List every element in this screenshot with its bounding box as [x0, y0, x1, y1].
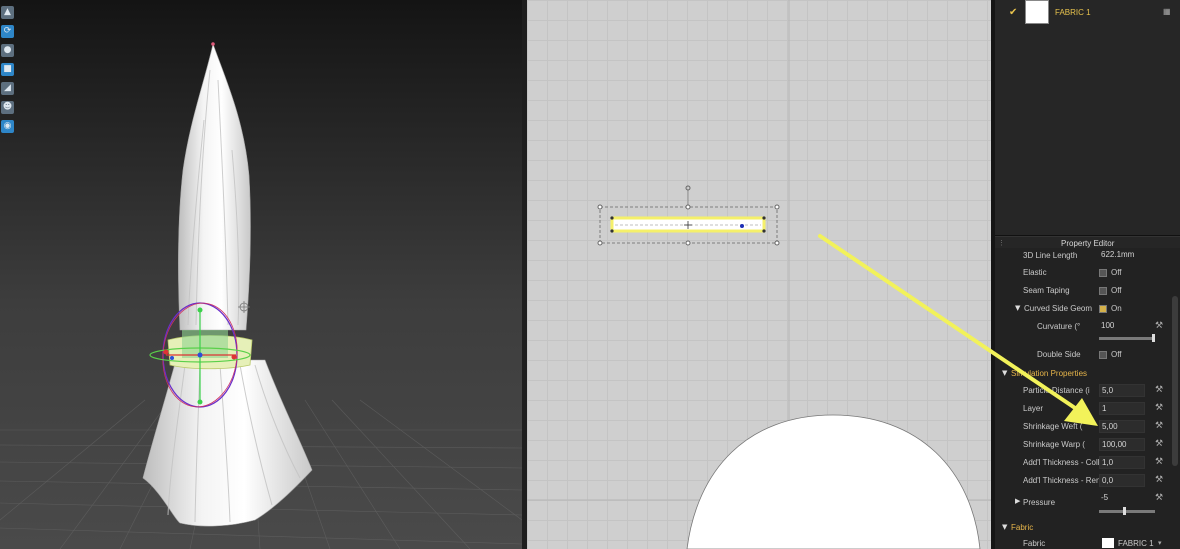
thickness-render-label: Add'l Thickness - Ren: [1023, 476, 1101, 485]
curved-side-label: Curved Side Geom: [1024, 304, 1093, 313]
wrench-icon[interactable]: ⚒: [1155, 457, 1163, 467]
check-icon[interactable]: ✔: [1009, 7, 1017, 18]
line-length-label: 3D Line Length: [1023, 251, 1078, 260]
elastic-state: Off: [1111, 268, 1122, 277]
pressure-row: ▶ Pressure -5 ⚒: [995, 491, 1167, 517]
thickness-render-row: Add'l Thickness - Ren 0,0 ⚒: [995, 473, 1167, 490]
line-length-value: 622.1mm: [1101, 250, 1135, 259]
thickness-collision-input[interactable]: 1,0: [1099, 456, 1145, 469]
particle-distance-input[interactable]: 5,0: [1099, 384, 1145, 397]
particle-distance-label: Particle Distance (i: [1023, 386, 1090, 395]
simulation-properties-section[interactable]: ▼ Simulation Properties: [995, 366, 1180, 380]
collapse-triangle-icon[interactable]: ▼: [1002, 369, 1007, 377]
elastic-checkbox[interactable]: [1099, 269, 1107, 277]
property-editor-body: 3D Line Length 622.1mm Elastic Off Seam …: [995, 248, 1180, 549]
shrinkage-weft-input[interactable]: 5,00: [1099, 420, 1145, 433]
wrench-icon[interactable]: ⚒: [1155, 493, 1163, 503]
shrinkage-weft-row: Shrinkage Weft ( 5,00 ⚒: [995, 419, 1167, 436]
collapse-triangle-icon[interactable]: ▼: [1002, 523, 1007, 531]
fabric-label: Fabric: [1023, 539, 1046, 548]
drag-handle-icon[interactable]: ⋮: [998, 239, 1005, 247]
collapse-triangle-icon[interactable]: ▼: [1015, 304, 1020, 312]
shrinkage-weft-label: Shrinkage Weft (: [1023, 422, 1083, 431]
avatar-silhouette: [686, 414, 981, 549]
thickness-collision-row: Add'l Thickness - Coll 1,0 ⚒: [995, 455, 1167, 472]
fabric-name: FABRIC 1: [1055, 8, 1091, 17]
simulation-properties-title: Simulation Properties: [1011, 369, 1088, 378]
curvature-slider-knob[interactable]: [1152, 334, 1155, 342]
layer-row: Layer 1 ⚒: [995, 401, 1167, 418]
thickness-render-input[interactable]: 0,0: [1099, 474, 1145, 487]
curved-side-state: On: [1111, 304, 1122, 313]
chevron-down-icon[interactable]: ▾: [1158, 539, 1162, 547]
layer-label: Layer: [1023, 404, 1044, 413]
object-browser: ✔ FABRIC 1 ▦: [995, 0, 1180, 236]
particle-distance-row: Particle Distance (i 5,0 ⚒: [995, 383, 1167, 400]
pressure-slider[interactable]: [1099, 507, 1155, 515]
wrench-icon[interactable]: ⚒: [1155, 475, 1163, 485]
curved-side-checkbox[interactable]: [1099, 305, 1107, 313]
fabric-menu-icon[interactable]: ▦: [1163, 7, 1171, 16]
shrinkage-warp-input[interactable]: 100,00: [1099, 438, 1145, 451]
elastic-label: Elastic: [1023, 268, 1047, 277]
fabric-color-swatch: [1102, 538, 1114, 548]
elastic-row: Elastic Off: [995, 265, 1167, 282]
shrinkage-warp-label: Shrinkage Warp (: [1023, 440, 1085, 449]
pressure-label: Pressure: [1023, 498, 1056, 507]
pressure-value[interactable]: -5: [1099, 492, 1145, 505]
fabric-row: Fabric FABRIC 1 ▾: [995, 536, 1167, 549]
double-side-checkbox[interactable]: [1099, 351, 1107, 359]
shrinkage-warp-row: Shrinkage Warp ( 100,00 ⚒: [995, 437, 1167, 454]
selected-pattern-strip[interactable]: [597, 185, 780, 246]
property-editor-header: ⋮ Property Editor: [995, 236, 1180, 248]
draped-fabric-model[interactable]: [0, 0, 522, 549]
wrench-icon[interactable]: ⚒: [1155, 421, 1163, 431]
curved-side-row: ▼ Curved Side Geom On: [995, 301, 1167, 318]
wrench-icon[interactable]: ⚒: [1155, 385, 1163, 395]
fabric-section[interactable]: ▼ Fabric: [995, 520, 1180, 534]
wrench-icon[interactable]: ⚒: [1155, 403, 1163, 413]
pattern-canvas[interactable]: [527, 0, 991, 549]
fabric-select-value[interactable]: FABRIC 1: [1118, 539, 1154, 548]
expand-triangle-icon[interactable]: ▶: [1015, 497, 1020, 505]
double-side-row: Double Side Off: [995, 347, 1167, 364]
fabric-section-title: Fabric: [1011, 523, 1034, 532]
wrench-icon[interactable]: ⚒: [1155, 321, 1163, 331]
fabric-swatch: [1025, 0, 1049, 24]
property-scrollbar[interactable]: [1172, 296, 1178, 466]
property-editor-title: Property Editor: [1061, 239, 1115, 248]
fabric-list-item[interactable]: ✔ FABRIC 1 ▦: [995, 0, 1180, 24]
layer-input[interactable]: 1: [1099, 402, 1145, 415]
3d-viewport[interactable]: ▲ ⟳ ● ■ ◢ ☻ ◉: [0, 0, 522, 549]
curvature-row: Curvature (° 100 ⚒: [995, 319, 1167, 336]
double-side-state: Off: [1111, 350, 1122, 359]
wrench-icon[interactable]: ⚒: [1155, 439, 1163, 449]
curvature-value[interactable]: 100: [1099, 320, 1145, 333]
seam-taping-label: Seam Taping: [1023, 286, 1070, 295]
pressure-slider-knob[interactable]: [1122, 507, 1126, 515]
thickness-collision-label: Add'l Thickness - Coll: [1023, 458, 1100, 467]
seam-taping-row: Seam Taping Off: [995, 283, 1167, 300]
seam-taping-checkbox[interactable]: [1099, 287, 1107, 295]
line-length-row: 3D Line Length 622.1mm: [995, 248, 1167, 265]
2d-pattern-window[interactable]: [527, 0, 991, 549]
curvature-slider[interactable]: [1099, 334, 1155, 342]
seam-taping-state: Off: [1111, 286, 1122, 295]
right-panel: ✔ FABRIC 1 ▦ ⋮ Property Editor 3D Line L…: [995, 0, 1180, 549]
